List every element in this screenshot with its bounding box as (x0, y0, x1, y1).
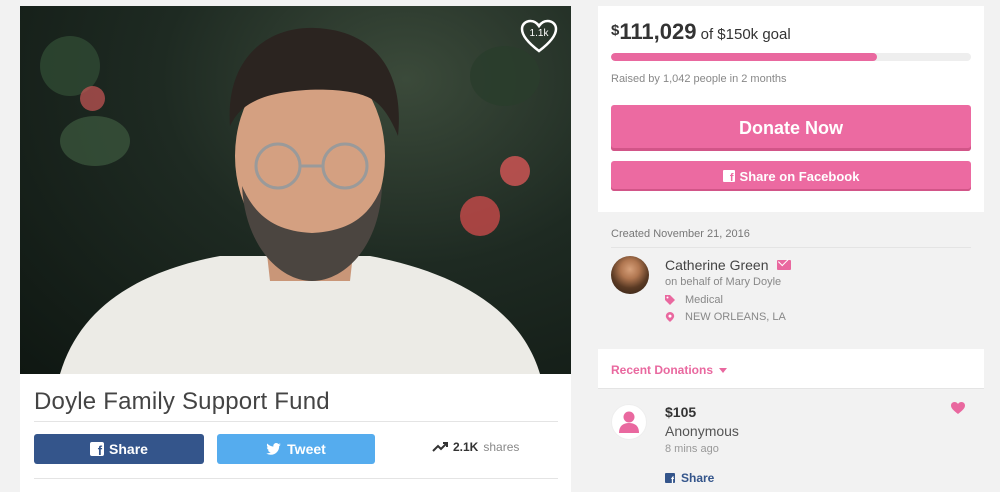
donation-share-button[interactable]: Share (665, 471, 714, 485)
donor-name: Anonymous (665, 423, 739, 439)
category-row: Medical (665, 294, 723, 306)
facebook-icon (722, 170, 735, 184)
shares-label: shares (483, 440, 520, 454)
recent-donations-header: Recent Donations (598, 349, 984, 389)
donate-now-button[interactable]: Donate Now (611, 105, 971, 151)
divider (34, 421, 558, 422)
shares-counter: 2.1K shares (432, 440, 519, 454)
heart-icon[interactable] (951, 402, 965, 415)
on-behalf-of: on behalf of Mary Doyle (665, 276, 782, 288)
divider (611, 247, 971, 248)
tweet-label: Tweet (287, 441, 326, 457)
raised-by-text: Raised by 1,042 people in 2 months (611, 73, 787, 85)
donation-amount: $105 (665, 404, 697, 420)
raised-amount-line: $111,029 of $150k goal (611, 19, 791, 45)
mail-icon[interactable] (776, 260, 791, 270)
campaign-title: Doyle Family Support Fund (34, 388, 330, 415)
organizer-name[interactable]: Catherine Green (665, 257, 769, 273)
facebook-icon (665, 473, 675, 485)
favorite-heart-button[interactable]: 1.1k (519, 18, 559, 54)
category-label[interactable]: Medical (685, 294, 723, 306)
donor-avatar (611, 404, 647, 440)
divider (34, 478, 558, 479)
person-portrait (60, 27, 540, 374)
recent-donations-dropdown[interactable]: Recent Donations (611, 363, 728, 377)
progress-bar (611, 53, 971, 61)
goal-text: of $150k goal (700, 26, 791, 43)
share-on-facebook-button[interactable]: Share on Facebook (611, 161, 971, 191)
donation-share-label: Share (681, 471, 715, 485)
heart-count: 1.1k (529, 28, 549, 39)
twitter-bird-icon (266, 443, 281, 455)
tweet-button[interactable]: Tweet (217, 434, 375, 464)
location-pin-icon (665, 312, 675, 322)
share-on-facebook-label: Share on Facebook (739, 168, 860, 184)
organizer-name-row: Catherine Green (665, 257, 791, 273)
donate-card: $111,029 of $150k goal Raised by 1,042 p… (598, 6, 984, 212)
campaign-card: 1.1k Doyle Family Support Fund Share Twe… (20, 6, 571, 492)
facebook-icon (90, 442, 105, 458)
location-label: NEW ORLEANS, LA (685, 311, 786, 323)
recent-donations-label: Recent Donations (611, 363, 714, 377)
donation-time: 8 mins ago (665, 443, 719, 455)
shares-count: 2.1K (453, 440, 479, 454)
location-row: NEW ORLEANS, LA (665, 311, 786, 323)
facebook-share-button[interactable]: Share (34, 434, 204, 464)
user-icon (619, 411, 639, 433)
raised-amount: 111,029 (619, 19, 697, 44)
progress-fill (611, 53, 878, 61)
caret-down-icon (719, 367, 728, 373)
campaign-photo: 1.1k (20, 6, 571, 374)
trending-up-icon (432, 442, 448, 452)
organizer-avatar[interactable] (611, 256, 649, 294)
tag-icon (665, 295, 675, 305)
facebook-share-label: Share (109, 441, 148, 457)
created-date: Created November 21, 2016 (611, 228, 750, 240)
